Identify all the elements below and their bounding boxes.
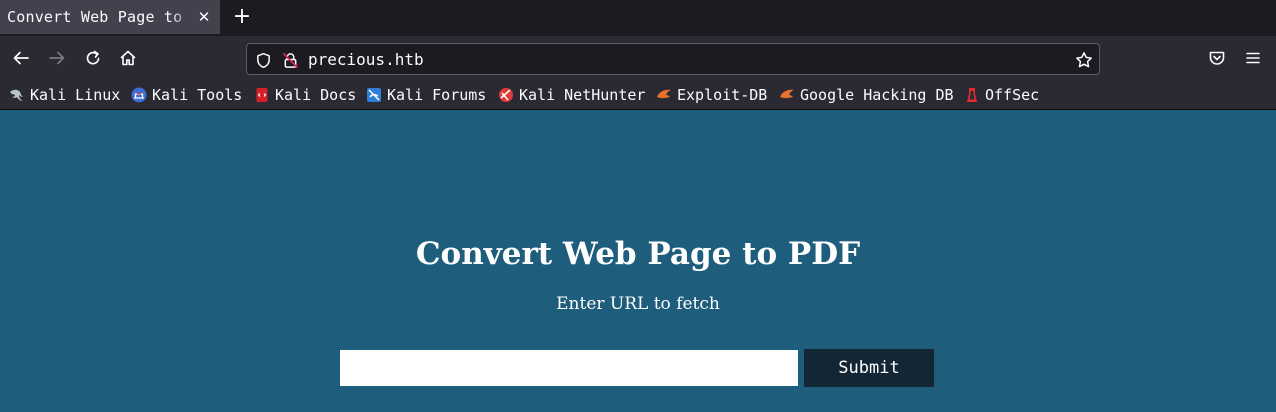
tab-strip: Convert Web Page to PDF ✕ +	[0, 0, 1276, 36]
bookmark-label: Kali Docs	[275, 86, 357, 104]
kali-tools-icon	[131, 87, 147, 103]
bookmark-kali-tools[interactable]: Kali Tools	[131, 85, 242, 105]
navigation-toolbar: precious.htb	[0, 36, 1276, 80]
page-title: Convert Web Page to PDF	[415, 236, 861, 272]
back-icon[interactable]	[10, 47, 32, 69]
bookmark-exploit-db[interactable]: Exploit-DB	[656, 85, 767, 105]
active-tab[interactable]: Convert Web Page to PDF ✕	[0, 0, 220, 34]
page-content: Convert Web Page to PDF Enter URL to fet…	[0, 111, 1276, 412]
bookmark-label: Kali Tools	[152, 86, 243, 104]
bookmark-label: Google Hacking DB	[800, 86, 954, 104]
submit-button[interactable]: Submit	[804, 349, 934, 387]
bookmark-label: Kali NetHunter	[519, 86, 646, 104]
bookmark-kali-linux[interactable]: Kali Linux	[9, 85, 120, 105]
bookmark-label: Exploit-DB	[677, 86, 768, 104]
tab-title: Convert Web Page to PDF	[7, 8, 193, 26]
menu-icon[interactable]	[1242, 47, 1264, 69]
reload-icon[interactable]	[82, 47, 104, 69]
bookmark-kali-nethunter[interactable]: Kali NetHunter	[498, 85, 645, 105]
ghdb-icon	[779, 87, 795, 103]
bookmark-offsec[interactable]: OffSec	[964, 85, 1039, 105]
bookmark-google-hacking-db[interactable]: Google Hacking DB	[779, 85, 954, 105]
offsec-icon	[964, 87, 980, 103]
url-text: precious.htb	[308, 50, 424, 69]
address-bar[interactable]: precious.htb	[246, 43, 1100, 75]
close-tab-icon[interactable]: ✕	[195, 7, 213, 27]
kali-forums-icon	[366, 87, 382, 103]
star-icon[interactable]	[1075, 51, 1093, 69]
kali-nethunter-icon	[498, 87, 514, 103]
exploit-db-icon	[656, 87, 672, 103]
bookmark-kali-docs[interactable]: Kali Docs	[254, 85, 356, 105]
kali-docs-icon	[254, 87, 270, 103]
page-subtitle: Enter URL to fetch	[556, 294, 720, 314]
insecure-lock-icon[interactable]	[281, 51, 299, 69]
url-input[interactable]	[340, 350, 798, 386]
bookmark-label: Kali Linux	[30, 86, 121, 104]
home-icon[interactable]	[117, 47, 139, 69]
bookmark-label: OffSec	[985, 86, 1040, 104]
bookmark-kali-forums[interactable]: Kali Forums	[366, 85, 486, 105]
bookmarks-toolbar: Kali Linux Kali Tools Kali Docs Kali For…	[0, 80, 1276, 110]
bookmark-label: Kali Forums	[387, 86, 487, 104]
forward-icon[interactable]	[46, 47, 68, 69]
kali-dragon-icon	[9, 87, 25, 103]
shield-icon[interactable]	[254, 51, 272, 69]
pocket-icon[interactable]	[1206, 47, 1228, 69]
new-tab-icon[interactable]: +	[230, 5, 254, 29]
